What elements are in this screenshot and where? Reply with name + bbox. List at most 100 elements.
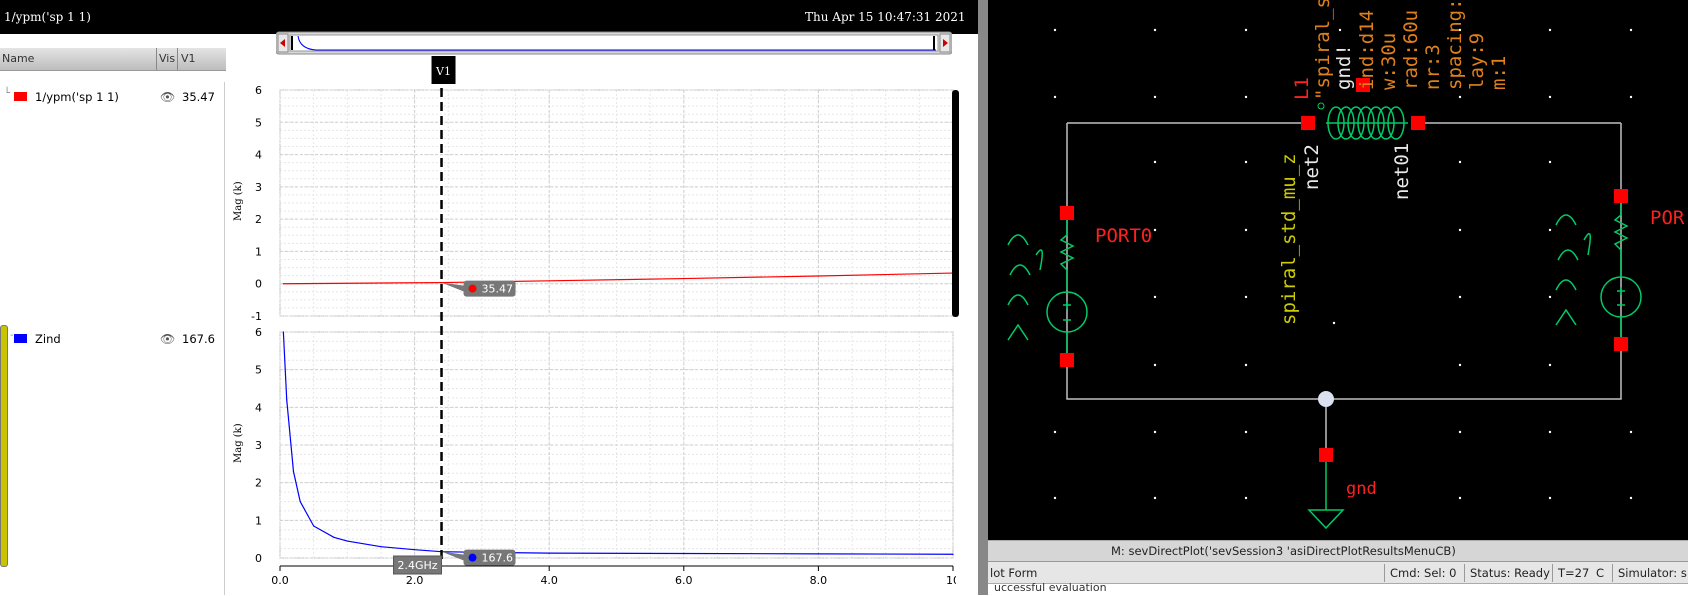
data-point	[282, 331, 284, 333]
overview-scroller[interactable]	[276, 30, 952, 56]
data-point	[313, 525, 315, 527]
pin[interactable]	[1319, 448, 1333, 462]
param-nr: nr:3	[1422, 44, 1444, 90]
grid-dot	[1629, 28, 1633, 32]
y-tick-label: 4	[255, 401, 262, 414]
data-point	[286, 399, 288, 401]
schematic-drawing[interactable]: PORT0 POR gnd L1 "spiral_s gnd! ind:d14 …	[988, 0, 1688, 540]
x-tick-label: 2.0	[406, 574, 424, 587]
status-temp: T=27	[1558, 566, 1590, 580]
col-vis[interactable]: Vis	[159, 52, 175, 65]
y-tick-label: -1	[251, 310, 262, 323]
grid-dot	[1153, 160, 1157, 164]
inductor-symbol[interactable]	[1326, 106, 1408, 140]
grid-dot	[1458, 496, 1462, 500]
data-point	[548, 280, 550, 282]
grid-dot	[1053, 28, 1057, 32]
col-name[interactable]: Name	[2, 52, 34, 65]
col-v1[interactable]: V1	[181, 52, 196, 65]
trace-value: 167.6	[182, 332, 215, 346]
grid-dot	[1548, 228, 1552, 232]
x-tick-label: 8.0	[810, 574, 828, 587]
trace-row-zind[interactable]: - Zind 👁 167.6	[0, 330, 224, 348]
grid-dot	[1153, 228, 1157, 232]
grid-dot	[1244, 28, 1248, 32]
port1-label: POR	[1650, 207, 1685, 229]
marker-dot	[468, 284, 477, 293]
x-tick-label: 10	[946, 574, 956, 587]
status-c: C	[1596, 566, 1605, 580]
port0-source[interactable]	[1007, 213, 1088, 360]
command-text: M: sevDirectPlot('sevSession3 'asiDirect…	[1111, 544, 1456, 558]
param-m: m:1	[1488, 56, 1510, 90]
grid-dot	[1458, 295, 1462, 299]
data-point	[333, 536, 335, 538]
x-tick-label: 6.0	[675, 574, 693, 587]
grid-dot	[1153, 295, 1157, 299]
pin[interactable]	[1060, 206, 1074, 220]
pin[interactable]	[1411, 116, 1425, 130]
y-axis-label: Mag (k)	[233, 181, 244, 221]
grid-dot	[1458, 228, 1462, 232]
data-point	[817, 275, 820, 277]
grid-dot	[1548, 95, 1552, 99]
message-text: uccessful evaluation	[994, 581, 1107, 594]
status-ready: Status: Ready	[1470, 566, 1550, 580]
net-wire[interactable]	[1066, 123, 1622, 400]
timestamp: Thu Apr 15 10:47:31 2021	[805, 10, 966, 24]
grid-dot	[1548, 496, 1552, 500]
grid-dot	[1244, 228, 1248, 232]
data-point	[380, 546, 382, 548]
grid-dot	[1244, 160, 1248, 164]
grid-dot	[1458, 95, 1462, 99]
trace-row-ypm[interactable]: └ 1/ypm('sp 1 1) 👁 35.47	[0, 88, 224, 106]
data-point	[414, 549, 416, 551]
marker-value: 35.47	[482, 283, 514, 296]
trace-color-swatch	[14, 92, 27, 101]
y-tick-label: 3	[255, 439, 262, 452]
pin-dot	[1317, 102, 1325, 110]
gnd-symbol[interactable]	[1307, 455, 1345, 530]
marker-dot	[468, 553, 477, 562]
param-rad: rad:60u	[1400, 10, 1422, 90]
schematic-canvas[interactable]: PORT0 POR gnd L1 "spiral_s gnd! ind:d14 …	[988, 0, 1688, 595]
marker-value: 167.6	[482, 552, 514, 565]
component-name: L1	[1291, 77, 1313, 100]
x-tick-label: 4.0	[540, 574, 558, 587]
pin[interactable]	[1060, 353, 1074, 367]
param-spacing: spacing:2	[1444, 0, 1466, 90]
marker-x-label: 2.4GHz	[397, 559, 437, 572]
grid-dot	[1548, 28, 1552, 32]
eye-icon[interactable]: 👁	[160, 332, 175, 346]
eye-icon[interactable]: 👁	[160, 90, 175, 104]
data-point	[683, 277, 685, 280]
net-label: net2	[1301, 144, 1323, 190]
grid-dot	[1548, 363, 1552, 367]
pin[interactable]	[1614, 337, 1628, 351]
data-point	[683, 552, 685, 555]
grid-dot	[1244, 363, 1248, 367]
grid-dot	[1548, 160, 1552, 164]
grid-dot	[1153, 430, 1157, 434]
grid-dot	[1458, 160, 1462, 164]
port0-label: PORT0	[1095, 225, 1152, 247]
data-point	[548, 552, 550, 554]
y-tick-label: 1	[255, 245, 262, 258]
grid-dot	[1244, 430, 1248, 434]
window-splitter[interactable]	[978, 0, 988, 595]
port1-source[interactable]	[1555, 197, 1642, 344]
data-point	[952, 553, 954, 555]
overview-window[interactable]	[289, 34, 939, 52]
strip-selector[interactable]	[0, 325, 8, 567]
trace-value: 35.47	[182, 90, 215, 104]
component-cell: "spiral_s	[1312, 0, 1334, 100]
vertical-scrollbar[interactable]	[952, 90, 959, 317]
wire-junction[interactable]	[1318, 391, 1334, 407]
chart-area[interactable]: -1 0 1 2 3 4 5 6 Mag (k) 35.47 0 1 2 3 4 5 6 Mag (k) 167.6…	[226, 56, 956, 595]
pin[interactable]	[1614, 189, 1628, 203]
y-tick-label: 5	[255, 364, 262, 377]
data-point	[346, 540, 348, 542]
pin[interactable]	[1301, 116, 1315, 130]
trace-table-header: Name Vis V1	[0, 48, 226, 71]
y-tick-label: 0	[255, 278, 262, 291]
